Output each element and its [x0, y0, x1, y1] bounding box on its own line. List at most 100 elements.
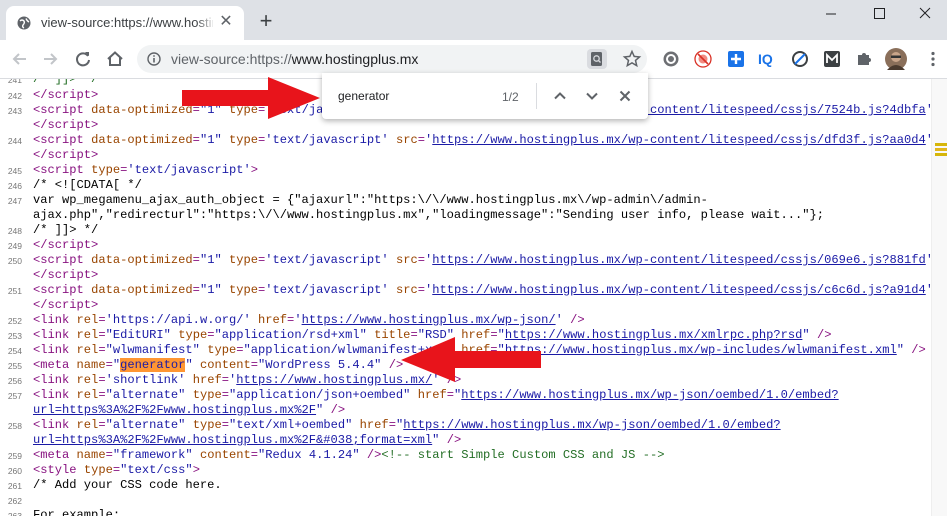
- source-link[interactable]: url=https%3A%2F%2Fwww.hostingplus.mx%2F&…: [33, 433, 432, 447]
- browser-tab[interactable]: view-source:https://www.hostingplus.mx ✕: [6, 6, 244, 40]
- home-icon[interactable]: [105, 49, 125, 69]
- extension-red-icon[interactable]: [694, 50, 712, 68]
- extension-block-icon[interactable]: [791, 50, 809, 68]
- chevron-up-icon[interactable]: [551, 87, 569, 105]
- url-text[interactable]: view-source:https://www.hostingplus.mx: [171, 51, 418, 67]
- maximize-icon[interactable]: [864, 4, 894, 24]
- source-code: url=https%3A%2F%2Fwww.hostingplus.mx%2F&…: [33, 433, 462, 447]
- source-code: /* ]]> */: [33, 223, 99, 237]
- line-number: 255: [7, 361, 22, 371]
- page-source-view: 241 /* ]]> */ 242 </script> 243 <script data-…: [0, 79, 931, 516]
- tab-title: view-source:https://www.hostingplus.mx: [41, 15, 213, 30]
- source-code: </script>: [33, 148, 99, 162]
- chevron-down-icon[interactable]: [583, 87, 601, 105]
- source-line: </script>: [0, 148, 931, 163]
- find-input[interactable]: [338, 89, 488, 103]
- vertical-scrollbar[interactable]: [931, 79, 947, 516]
- source-code: url=https%3A%2F%2Fwww.hostingplus.mx%2F"…: [33, 403, 346, 417]
- source-code: <script data-optimized="1" type='text/ja…: [33, 133, 931, 147]
- source-code: </script>: [33, 88, 99, 102]
- avatar[interactable]: [885, 48, 907, 70]
- find-highlight: generator: [120, 358, 186, 372]
- extension-iq-icon[interactable]: IQ: [758, 50, 776, 68]
- source-code: <meta name="framework" content="Redux 4.…: [33, 448, 665, 462]
- source-line: 258 <link rel="alternate" type="text/xml+…: [0, 418, 931, 433]
- source-code: var wp_megamenu_ajax_auth_object = {"aja…: [33, 193, 708, 207]
- source-link[interactable]: https://www.hostingplus.mx/wp-includes/w…: [505, 343, 897, 357]
- source-line: 261 /* Add your CSS code here.: [0, 478, 931, 493]
- line-number: 244: [7, 136, 22, 146]
- extension-plus-icon[interactable]: [727, 50, 745, 68]
- bookmark-star-icon[interactable]: [622, 49, 642, 69]
- find-bar: 1/2: [322, 73, 648, 119]
- close-icon[interactable]: [910, 4, 940, 24]
- source-code: /* ]]> */: [33, 79, 99, 86]
- extension-m-icon[interactable]: [823, 50, 841, 68]
- source-line: 251 <script data-optimized="1" type='text…: [0, 283, 931, 298]
- source-code: <link rel="alternate" type="text/xml+oem…: [33, 418, 781, 432]
- new-tab-button[interactable]: +: [256, 10, 276, 32]
- source-code: <script data-optimized="1" type='text/ja…: [33, 253, 931, 267]
- source-code: <link rel="alternate" type="application/…: [33, 388, 839, 402]
- source-code: <style type="text/css">: [33, 463, 200, 477]
- source-line: 257 <link rel="alternate" type="applicati…: [0, 388, 931, 403]
- tab-close-icon[interactable]: ✕: [218, 14, 234, 30]
- source-code: /* <![CDATA[ */: [33, 178, 142, 192]
- source-code: <meta name="generator" content="WordPres…: [33, 358, 404, 372]
- source-link[interactable]: https://www.hostingplus.mx/wp-json/: [302, 313, 556, 327]
- source-line: ajax.php","redirecturl":"https:\/\/www.h…: [0, 208, 931, 223]
- find-match-marker: [935, 148, 947, 151]
- line-number: 254: [7, 346, 22, 356]
- line-number: 261: [7, 481, 22, 491]
- source-line: url=https%3A%2F%2Fwww.hostingplus.mx%2F"…: [0, 403, 931, 418]
- source-line: 263 For example:: [0, 508, 931, 516]
- source-link[interactable]: https://www.hostingplus.mx/xmlrpc.php?rs…: [505, 328, 803, 342]
- find-close-icon[interactable]: [616, 87, 634, 105]
- source-line: </script>: [0, 298, 931, 313]
- source-code: <link rel='shortlink' href='https://www.…: [33, 373, 461, 387]
- source-code: </script>: [33, 298, 99, 312]
- source-link[interactable]: https://www.hostingplus.mx/wp-content/li…: [432, 133, 926, 147]
- extension-circle-icon[interactable]: [662, 50, 680, 68]
- source-code: </script>: [33, 268, 99, 282]
- line-number: 256: [7, 376, 22, 386]
- source-link[interactable]: https://www.hostingplus.mx/wp-json/oembe…: [461, 388, 838, 402]
- source-line: url=https%3A%2F%2Fwww.hostingplus.mx%2F&…: [0, 433, 931, 448]
- minimize-icon[interactable]: [816, 4, 846, 24]
- source-line: 259 <meta name="framework" content="Redux…: [0, 448, 931, 463]
- source-link[interactable]: url=https%3A%2F%2Fwww.hostingplus.mx%2F: [33, 403, 316, 417]
- source-line: </script>: [0, 268, 931, 283]
- line-number: 260: [7, 466, 22, 476]
- line-number: 258: [7, 421, 22, 431]
- line-number: 253: [7, 331, 22, 341]
- line-number: 257: [7, 391, 22, 401]
- line-number: 248: [7, 226, 22, 236]
- find-in-page-icon[interactable]: [587, 49, 607, 69]
- source-link[interactable]: https://www.hostingplus.mx/wp-content/li…: [432, 283, 926, 297]
- source-code: For example:: [33, 508, 121, 516]
- find-match-count: 1/2: [502, 90, 519, 104]
- source-link[interactable]: https://www.hostingplus.mx/wp-json/oembe…: [403, 418, 780, 432]
- line-number: 246: [7, 181, 22, 191]
- line-number: 241: [7, 79, 22, 85]
- line-number: 243: [7, 106, 22, 116]
- menu-kebab-icon[interactable]: [926, 50, 940, 68]
- line-number: 250: [7, 256, 22, 266]
- puzzle-icon[interactable]: [855, 50, 873, 68]
- info-icon[interactable]: [147, 52, 161, 66]
- source-line: 260 <style type="text/css">: [0, 463, 931, 478]
- find-match-marker: [935, 143, 947, 146]
- source-code: </script>: [33, 238, 99, 252]
- address-bar[interactable]: view-source:https://www.hostingplus.mx: [137, 45, 647, 73]
- tab-strip: view-source:https://www.hostingplus.mx ✕…: [0, 0, 947, 40]
- source-line: 244 <script data-optimized="1" type='text…: [0, 133, 931, 148]
- source-line: 262: [0, 493, 931, 508]
- back-arrow-icon[interactable]: [10, 49, 30, 69]
- forward-arrow-icon[interactable]: [40, 49, 60, 69]
- line-number: 247: [7, 196, 22, 206]
- source-link[interactable]: https://www.hostingplus.mx/wp-content/li…: [432, 253, 926, 267]
- find-match-marker: [935, 153, 947, 156]
- line-number: 259: [7, 451, 22, 461]
- reload-icon[interactable]: [73, 49, 93, 69]
- globe-icon: [17, 16, 31, 30]
